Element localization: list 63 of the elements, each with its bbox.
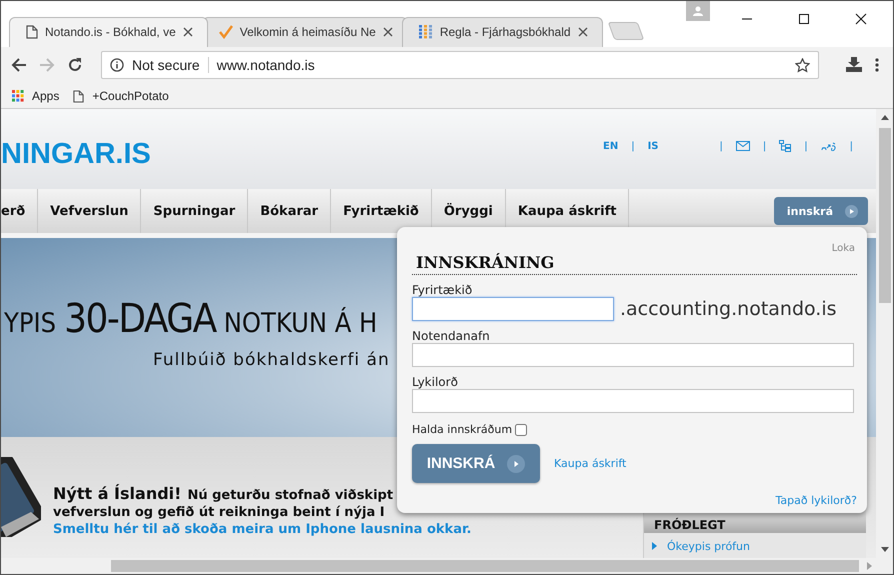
checkbox[interactable] (515, 424, 528, 436)
checkbox-label: Halda innskráðum (412, 423, 512, 436)
page-icon (26, 25, 38, 40)
popup-title: INNSKRÁNING (416, 253, 554, 272)
apps-grid-icon (12, 90, 24, 102)
promo-text: Nú geturðu stofnað viðskipt (187, 488, 394, 504)
input-field[interactable] (412, 389, 854, 414)
field-label: Lykilorð (412, 375, 459, 390)
domain-suffix: .accounting.notando.is (620, 298, 837, 320)
dots-grid-icon (418, 25, 433, 40)
bookmark[interactable]: Apps (12, 89, 60, 104)
banner-headline: NOTKUN Á H (224, 308, 378, 340)
banner-headline: 30-DAGA (64, 296, 216, 342)
separator-text: | (720, 140, 723, 152)
nav-item[interactable]: Vefverslun (38, 189, 142, 234)
checkmark-icon (218, 25, 233, 40)
promo-headline: Nýtt á Íslandi! (53, 484, 182, 504)
star-icon[interactable] (795, 58, 810, 73)
field-label: Notendanafn (412, 329, 491, 344)
field-label: Fyrirtækið (412, 283, 474, 298)
menu-icon[interactable] (875, 57, 879, 74)
submit-button[interactable]: INNSKRÁ (412, 444, 540, 484)
down-arrow-icon[interactable] (880, 547, 888, 552)
browser-tab[interactable]: Notando.is - Bókhald, ve (9, 16, 208, 47)
mail-icon[interactable] (736, 141, 750, 152)
input-field[interactable] (412, 343, 854, 368)
address-bar[interactable]: Not secure www.notando.is (101, 51, 819, 80)
url-text: www.notando.is (216, 57, 315, 74)
maximize-icon[interactable] (798, 13, 810, 25)
play-icon (507, 454, 526, 473)
download-tray-icon[interactable] (845, 57, 863, 74)
nav-item[interactable]: Spurningar (141, 189, 248, 234)
nav-item[interactable]: Bókarar (248, 189, 332, 234)
tab-title: Regla - Fjárhagsbókhald (440, 25, 571, 40)
banner-headline: YPIS (4, 308, 56, 340)
bookmark[interactable]: +CouchPotato (73, 89, 169, 104)
triangle-bullet-icon (652, 542, 657, 550)
sitemap-icon[interactable] (779, 140, 792, 152)
play-icon (845, 204, 858, 218)
separator-text: | (762, 140, 766, 152)
nav-item[interactable]: erð (1, 189, 38, 234)
browser-tab[interactable]: Regla - Fjárhagsbókhald (402, 16, 603, 47)
translate-icon[interactable] (820, 141, 837, 152)
banner-subtitle: Fullbúið bókhaldskerfi án (153, 350, 390, 370)
sidebar-heading: FRÓÐLEGT (654, 518, 726, 532)
login-button[interactable]: innskrá (774, 197, 868, 226)
tab-title: Notando.is - Bókhald, ve (45, 25, 176, 40)
close-icon[interactable] (182, 27, 193, 38)
page-icon (73, 90, 84, 103)
security-label: Not secure (132, 57, 200, 74)
close-icon[interactable] (855, 13, 867, 25)
back-arrow-icon[interactable] (11, 57, 27, 74)
tab-title: Velkomin á heimasíðu Ne (240, 25, 376, 40)
input-field[interactable] (412, 297, 614, 322)
promo-text: vefverslun og gefið út reikninga beint í nýja I (53, 505, 386, 520)
vertical-scrollbar[interactable] (876, 109, 893, 558)
separator-text: | (804, 140, 808, 152)
reload-icon[interactable] (67, 57, 83, 74)
separator-text: | (850, 140, 854, 152)
up-arrow-icon[interactable] (880, 115, 888, 120)
horizontal-scrollbar[interactable] (1, 558, 893, 574)
info-icon (110, 58, 124, 72)
separator-text: | (631, 140, 635, 152)
